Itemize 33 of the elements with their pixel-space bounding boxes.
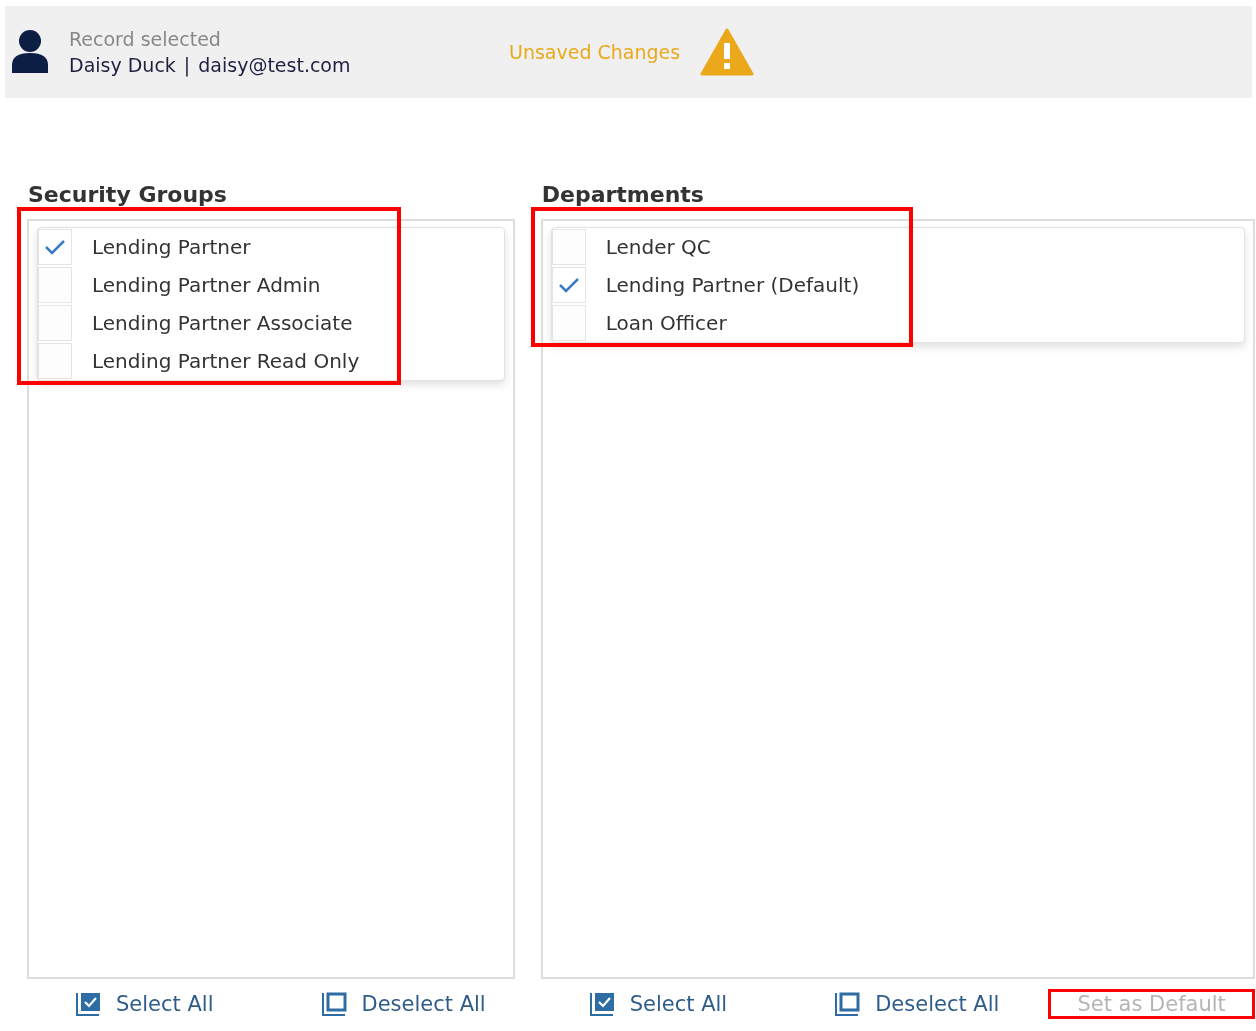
empty-boxes-icon <box>835 992 862 1016</box>
checkbox[interactable] <box>38 267 72 303</box>
deselect-all-button[interactable]: Deselect All <box>806 989 1029 1019</box>
checked-box-icon <box>589 992 616 1016</box>
checkbox[interactable] <box>551 229 586 265</box>
checkbox[interactable] <box>38 343 72 379</box>
checkmark-icon <box>557 277 580 293</box>
empty-boxes-icon <box>321 992 348 1016</box>
checkmark-icon <box>44 239 66 255</box>
option-label[interactable]: Lending Partner <box>92 235 251 259</box>
checkbox[interactable] <box>38 305 72 341</box>
option-label[interactable]: Lending Partner Admin <box>92 273 321 297</box>
select-all-button[interactable]: Select All <box>47 989 243 1019</box>
panel-title: Security Groups <box>28 182 228 207</box>
unsaved-status: Unsaved Changes <box>509 41 681 63</box>
checkbox[interactable] <box>551 267 586 303</box>
option-label[interactable]: Lending Partner Read Only <box>92 349 360 373</box>
record-caption: Record selected <box>69 28 222 50</box>
user-name: Daisy Duck <box>69 54 176 76</box>
option-label[interactable]: Lending Partner (Default) <box>605 273 860 297</box>
checkbox[interactable] <box>38 229 72 265</box>
option-label[interactable]: Lending Partner Associate <box>92 311 353 335</box>
separator: | <box>183 54 191 76</box>
select-all-button[interactable]: Select All <box>560 989 757 1019</box>
panel-title: Departments <box>541 182 705 207</box>
user-email: daisy@test.com <box>198 54 351 76</box>
option-label[interactable]: Loan Officer <box>605 311 727 335</box>
checkbox[interactable] <box>551 305 586 341</box>
deselect-all-button[interactable]: Deselect All <box>292 989 515 1019</box>
user-icon <box>11 29 49 75</box>
warning-icon <box>700 28 755 76</box>
checked-box-icon <box>76 992 102 1016</box>
option-label[interactable]: Lender QC <box>605 235 711 259</box>
